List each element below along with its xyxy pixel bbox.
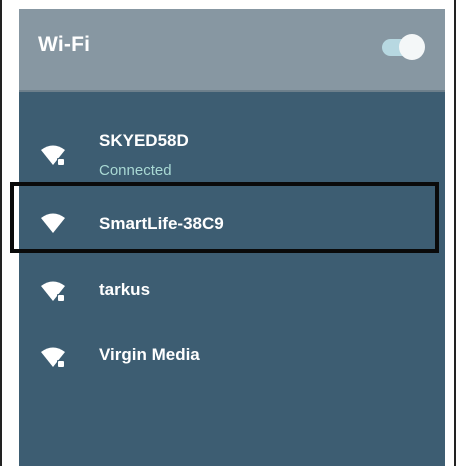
highlight-box: [10, 182, 439, 253]
network-item-skyed58d[interactable]: SKYED58D Connected: [19, 122, 445, 184]
wifi-header: Wi-Fi: [19, 9, 445, 92]
wifi-locked-icon: [41, 347, 65, 367]
frame-border-right: [454, 0, 456, 466]
wifi-locked-icon: [41, 281, 65, 301]
toggle-thumb: [399, 34, 425, 60]
network-item-tarkus[interactable]: tarkus: [19, 267, 445, 317]
network-name: SKYED58D: [99, 131, 189, 150]
wifi-locked-icon: [41, 145, 65, 165]
network-status: Connected: [99, 162, 172, 179]
frame-border-left: [0, 0, 2, 466]
network-name: Virgin Media: [99, 345, 200, 364]
wifi-toggle[interactable]: [382, 34, 425, 60]
network-item-virgin-media[interactable]: Virgin Media: [19, 331, 445, 381]
wifi-title: Wi-Fi: [38, 33, 91, 56]
network-name: tarkus: [99, 280, 151, 299]
